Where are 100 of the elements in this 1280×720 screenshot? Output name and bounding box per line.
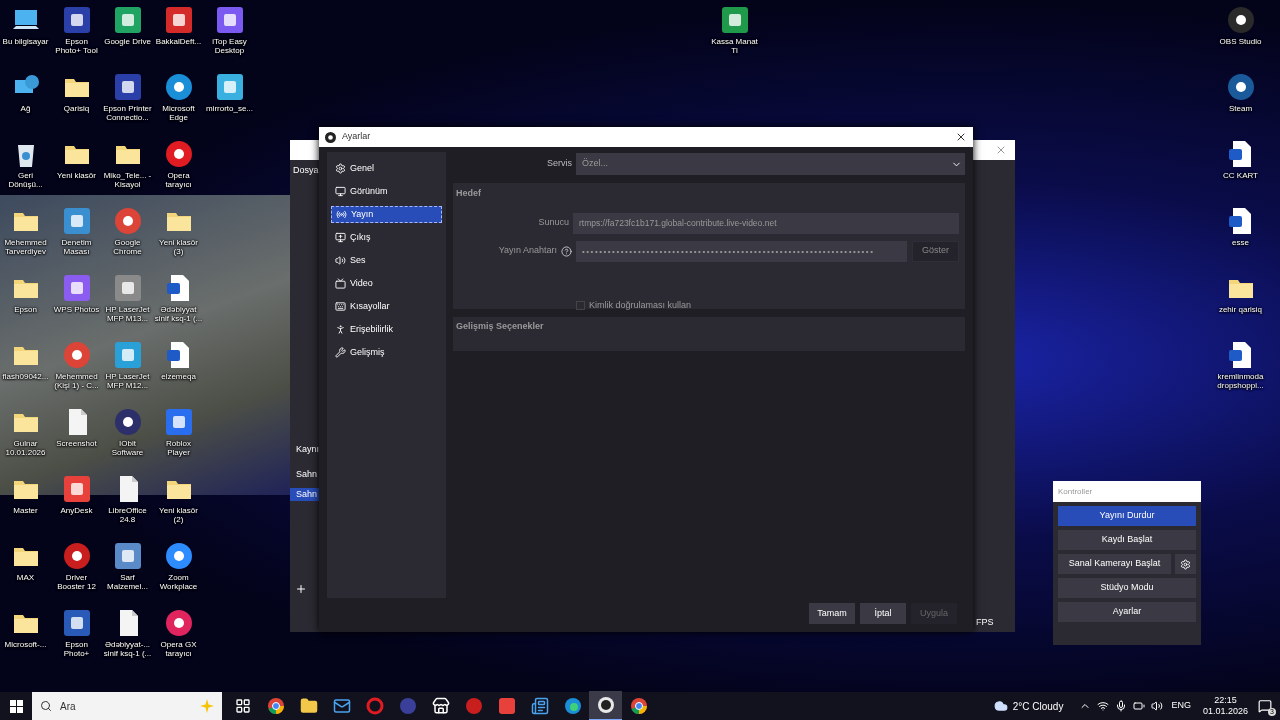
desktop-icon-label[interactable]: Driver Booster 12 [52, 573, 101, 591]
desktop-icon-label[interactable]: OBS Studio [1216, 37, 1265, 46]
checkbox[interactable] [576, 300, 585, 310]
desktop-icon-label[interactable]: MAX [1, 573, 50, 582]
desktop-icon-label[interactable]: Sarf Malzemel... [103, 573, 152, 591]
desktop-icon-label[interactable]: flash09042... [1, 372, 50, 381]
desktop-icon-label[interactable]: BakkalDeft... [154, 37, 203, 46]
sidebar-item[interactable]: Ses [331, 252, 442, 269]
desktop-icon-label[interactable]: Geri Dönüşü... [1, 171, 50, 189]
dialog-button[interactable]: Tamam [809, 603, 855, 624]
group-title: Gelişmiş Seçenekler [456, 320, 545, 333]
scene-item[interactable]: Sahn [290, 487, 320, 501]
desktop-icon-label[interactable]: Ağ [1, 104, 50, 113]
control-button[interactable]: Sanal Kamerayı Başlat [1058, 554, 1171, 574]
notifications-icon[interactable] [1258, 699, 1272, 713]
desktop-icon-label[interactable]: AnyDesk [52, 506, 101, 515]
desktop-icon-label[interactable]: Epson [1, 305, 50, 314]
stream-key-field[interactable]: •••••••••••••••••••••••••••••••••••••••••••••••••••••••••••••••••••• [576, 240, 907, 262]
sidebar-item[interactable]: Genel [331, 160, 442, 177]
desktop-icon-label[interactable]: WPS Photos [52, 305, 101, 314]
search-field[interactable]: Ara [32, 692, 222, 720]
dialog-button[interactable]: İptal [860, 603, 906, 624]
close-icon[interactable] [955, 131, 967, 143]
control-button[interactable]: Kaydı Başlat [1058, 530, 1196, 550]
desktop-icon-label[interactable]: Opera GX tarayıcı [154, 640, 203, 658]
status-text: FPS [976, 615, 995, 629]
control-button[interactable]: Ayarlar [1058, 602, 1196, 622]
desktop-icon-label[interactable]: Epson Printer Connectio... [103, 104, 152, 122]
desktop-icon-label[interactable]: Gulnar 10.01.2026 [1, 439, 50, 457]
sidebar-item[interactable]: Gelişmiş [331, 344, 442, 361]
sidebar-item[interactable]: Yayın [331, 206, 442, 223]
clock-time[interactable]: 22:15 [1214, 695, 1237, 706]
desktop-icon-label[interactable]: kremlinmoda dropshoppi... [1216, 372, 1265, 390]
sidebar-item[interactable]: Erişebilirlik [331, 321, 442, 338]
desktop-icon-label[interactable]: Microsoft-... [1, 640, 50, 649]
desktop-icon-label[interactable]: Denetim Masası [52, 238, 101, 256]
desktop-icon-label[interactable]: iTop Easy Desktop [205, 37, 254, 55]
desktop-icon-label[interactable]: Yeni klasör (3) [154, 238, 203, 256]
sparkle-icon [200, 699, 214, 713]
desktop-icon-label[interactable]: Google Drive [103, 37, 152, 46]
desktop-icon-label[interactable]: Mehemmed Tarverdiyev [1, 238, 50, 256]
desktop-icon-label[interactable]: Master [1, 506, 50, 515]
desktop-icon-label[interactable]: Zoom Workplace [154, 573, 203, 591]
app-icon [61, 273, 92, 303]
desktop-icon-label[interactable]: Opera tarayıcı [154, 171, 203, 189]
sidebar-item[interactable]: Kısayollar [331, 298, 442, 315]
language-indicator[interactable]: ENG [1171, 699, 1191, 713]
app-logo-icon [325, 131, 336, 143]
help-icon[interactable] [561, 245, 572, 257]
add-icon[interactable] [295, 583, 307, 595]
panel-title: Kaynı [295, 442, 320, 456]
volume-icon[interactable] [1151, 700, 1164, 712]
desktop-icon-label[interactable]: Mehemmed (Kişi 1) - C... [52, 372, 101, 390]
desktop-icon-label[interactable]: CC KART [1216, 171, 1265, 180]
desktop-icon-label[interactable]: Microsoft Edge [154, 104, 203, 122]
desktop-icon-label[interactable]: LibreOffice 24.8 [103, 506, 152, 524]
desktop-icon-label[interactable]: esse [1216, 238, 1265, 247]
desktop-icon-label[interactable]: Ədəbiyyat sinif ksq-1 (... [154, 305, 203, 323]
server-field[interactable]: rtmps://fa723fc1b171.global-contribute.live-video.net [573, 212, 959, 234]
desktop-icon-label[interactable]: Ədəbiyyat-... sinif ksq-1 (... [103, 640, 152, 658]
desktop-icon-label[interactable]: HP LaserJet MFP M13... [103, 305, 152, 323]
field-label: Yayın Anahtarı [497, 244, 557, 258]
desktop-icon-label[interactable]: Epson Photo+ Tool [52, 37, 101, 55]
service-dropdown[interactable]: Özel... [576, 153, 965, 175]
desktop-icon-label[interactable]: Epson Photo+ [52, 640, 101, 658]
weather-icon[interactable] [993, 699, 1008, 713]
desktop-icon-label[interactable]: elzemeqa [154, 372, 203, 381]
desktop-icon-label[interactable]: Bu bilgisayar [1, 37, 50, 46]
weather-text[interactable]: 2°C Cloudy [1012, 698, 1064, 714]
desktop-icon-label[interactable]: Miko_Tele... - Kisayol [103, 171, 152, 189]
dock-title: Kontroller [1053, 481, 1201, 502]
app-icon [1225, 72, 1256, 102]
desktop-icon-label[interactable]: Steam [1216, 104, 1265, 113]
sidebar-item[interactable]: Çıkış [331, 229, 442, 246]
desktop-icon-label[interactable]: mirrorto_se... [205, 104, 254, 113]
desktop-icon-label[interactable]: Yeni klasör [52, 171, 101, 180]
desktop-icon-label[interactable]: HP LaserJet MFP M12... [103, 372, 152, 390]
desktop-icon-label[interactable]: Qarisiq [52, 104, 101, 113]
gear-icon [1180, 558, 1191, 570]
desktop-icon-label[interactable]: Kassa Manat Tl [710, 37, 759, 55]
show-button[interactable]: Göster [912, 240, 959, 262]
microphone-icon[interactable] [1115, 700, 1128, 712]
desktop-icon-label[interactable]: Roblox Player [154, 439, 203, 457]
desktop-icon-label[interactable]: zehir qarisiq [1216, 305, 1265, 314]
app-icon [163, 5, 194, 35]
desktop-icon-label[interactable]: Yeni klasör (2) [154, 506, 203, 524]
auth-checkbox[interactable]: Kimlik doğrulaması kullan [576, 298, 959, 312]
network-icon[interactable] [1097, 700, 1110, 712]
control-button[interactable]: Yayını Durdur [1058, 506, 1196, 526]
menu-item[interactable]: Dosya [290, 160, 320, 178]
desktop-icon-label[interactable]: IObit Software [103, 439, 152, 457]
sidebar-item[interactable]: Görünüm [331, 183, 442, 200]
clock-date[interactable]: 01.01.2026 [1202, 706, 1248, 717]
control-button[interactable]: Stüdyo Modu [1058, 578, 1196, 598]
app-icon[interactable] [589, 691, 622, 720]
desktop-icon-label[interactable]: Google Chrome [103, 238, 152, 256]
settings-button[interactable] [1175, 554, 1196, 574]
sidebar-item[interactable]: Video [331, 275, 442, 292]
monitor-icon [335, 278, 346, 289]
desktop-icon-label[interactable]: Screenshot [52, 439, 101, 448]
